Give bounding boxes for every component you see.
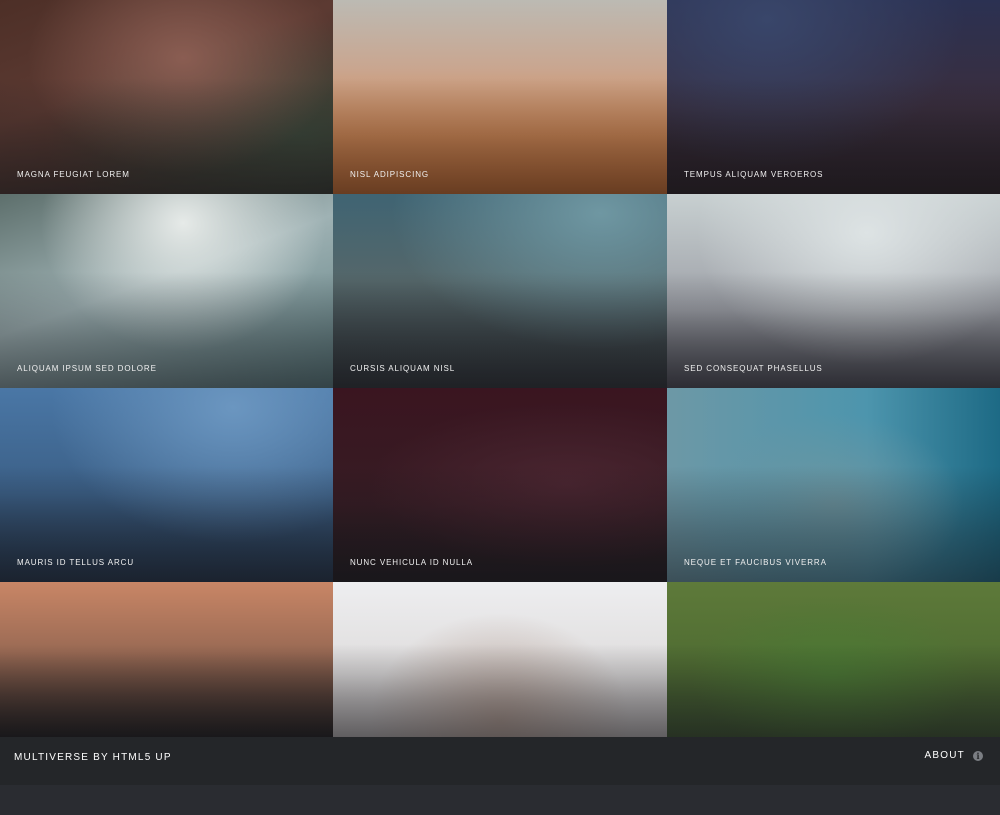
thumbnail-gallery: MAGNA FEUGIAT LOREM NISL ADIPISCING TEMP… <box>0 0 1000 737</box>
gallery-item[interactable] <box>667 582 1000 737</box>
gallery-item[interactable] <box>0 582 333 737</box>
gallery-item[interactable]: NISL ADIPISCING <box>333 0 667 194</box>
gallery-item[interactable]: MAGNA FEUGIAT LOREM <box>0 0 333 194</box>
info-icon: i <box>973 750 983 761</box>
gallery-item-title: NISL ADIPISCING <box>350 170 429 179</box>
about-label: ABOUT <box>924 750 965 761</box>
gallery-item[interactable]: CURSIS ALIQUAM NISL <box>333 194 667 388</box>
gallery-item[interactable]: NUNC VEHICULA ID NULLA <box>333 388 667 582</box>
about-button[interactable]: ABOUT i <box>925 750 983 761</box>
gallery-item[interactable]: MAURIS ID TELLUS ARCU <box>0 388 333 582</box>
gallery-item-title: NEQUE ET FAUCIBUS VIVERRA <box>684 558 827 567</box>
footer-bar: MULTIVERSE BY HTML5 UP ABOUT i <box>0 737 1000 785</box>
gallery-item[interactable]: TEMPUS ALIQUAM VEROEROS <box>667 0 1000 194</box>
gallery-item-title: TEMPUS ALIQUAM VEROEROS <box>684 170 824 179</box>
gallery-item[interactable] <box>333 582 667 737</box>
gallery-item[interactable]: ALIQUAM IPSUM SED DOLORE <box>0 194 333 388</box>
gallery-item[interactable]: NEQUE ET FAUCIBUS VIVERRA <box>667 388 1000 582</box>
gallery-item-title: NUNC VEHICULA ID NULLA <box>350 558 473 567</box>
gallery-item-title: CURSIS ALIQUAM NISL <box>350 364 456 373</box>
gallery-item-title: MAGNA FEUGIAT LOREM <box>17 170 130 179</box>
site-title[interactable]: MULTIVERSE BY HTML5 UP <box>14 752 172 763</box>
gallery-item-title: SED CONSEQUAT PHASELLUS <box>684 364 823 373</box>
gallery-item-title: ALIQUAM IPSUM SED DOLORE <box>17 364 157 373</box>
gallery-item[interactable]: SED CONSEQUAT PHASELLUS <box>667 194 1000 388</box>
gallery-item-title: MAURIS ID TELLUS ARCU <box>17 558 134 567</box>
bottom-strip <box>0 785 1000 815</box>
